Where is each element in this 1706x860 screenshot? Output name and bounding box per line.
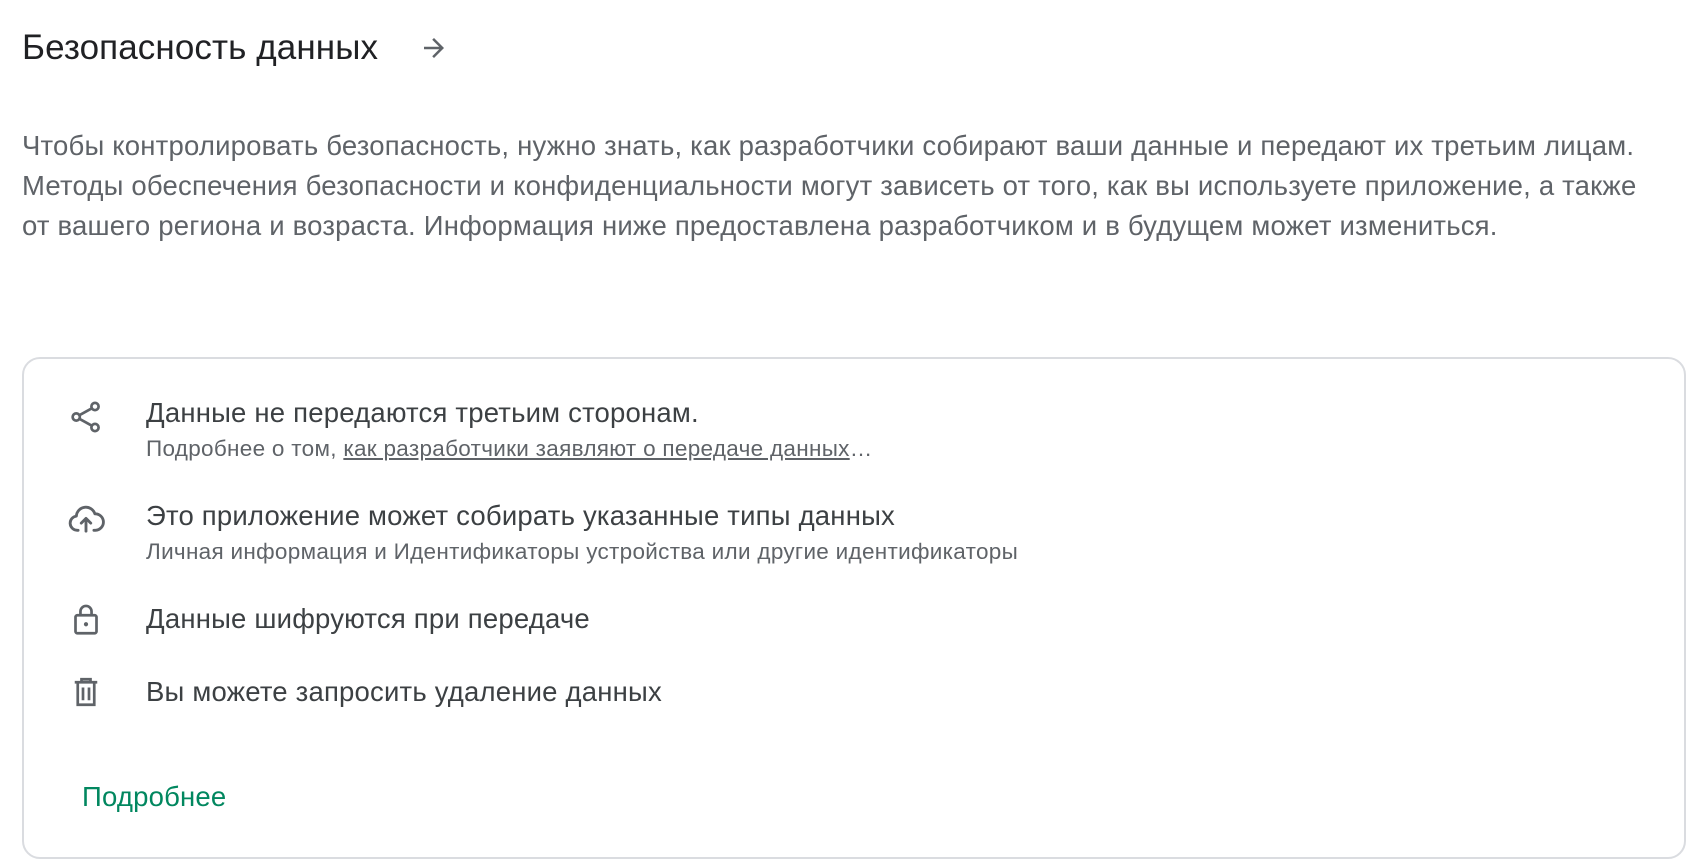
trash-icon — [66, 672, 106, 712]
item-texts: Это приложение может собирать указанные … — [146, 498, 1018, 568]
item-subtitle: Подробнее о том, как разработчики заявля… — [146, 433, 873, 465]
developer-sharing-link[interactable]: как разработчики заявляют о передаче дан… — [343, 436, 849, 461]
item-texts: Вы можете запросить удаление данных — [146, 674, 662, 710]
lock-icon — [66, 599, 106, 639]
data-safety-card: Данные не передаются третьим сторонам. П… — [22, 357, 1686, 859]
section-title: Безопасность данных — [22, 28, 379, 67]
item-title: Вы можете запросить удаление данных — [146, 676, 662, 707]
arrow-right-icon[interactable] — [416, 30, 452, 66]
item-texts: Данные шифруются при передаче — [146, 601, 590, 637]
more-details-link[interactable]: Подробнее — [82, 781, 226, 813]
item-title: Это приложение может собирать указанные … — [146, 500, 895, 531]
sub-prefix: Подробнее о том, — [146, 436, 344, 461]
item-title: Данные не передаются третьим сторонам. — [146, 397, 699, 428]
item-texts: Данные не передаются третьим сторонам. П… — [146, 395, 873, 465]
item-subtitle: Личная информация и Идентификаторы устро… — [146, 539, 1019, 564]
item-title: Данные шифруются при передаче — [146, 603, 590, 634]
section-header: Безопасность данных — [22, 22, 1706, 74]
intro-text: Чтобы контролировать безопасность, нужно… — [22, 130, 1637, 241]
share-icon — [66, 397, 106, 437]
sub-suffix: … — [849, 436, 873, 461]
cloud-upload-icon — [66, 500, 106, 540]
data-safety-section: Безопасность данных Чтобы контролировать… — [0, 22, 1706, 860]
